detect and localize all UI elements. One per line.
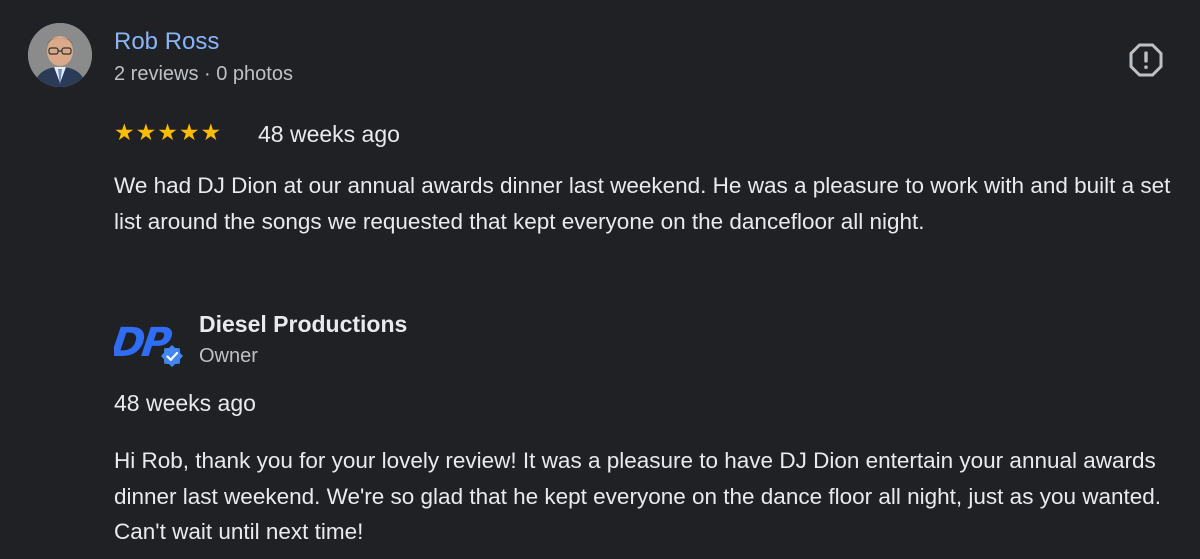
review-text: We had DJ Dion at our annual awards dinn… [114, 173, 1171, 234]
star-rating: ★ ★ ★ ★ ★ [114, 118, 221, 146]
reviewer-name[interactable]: Rob Ross [114, 27, 219, 57]
owner-logo: DP [109, 314, 188, 372]
star-icon: ★ [157, 119, 178, 145]
star-icon: ★ [135, 119, 157, 145]
owner-name: Diesel Productions [199, 311, 408, 337]
star-icon: ★ [200, 119, 222, 145]
reviewer-avatar[interactable] [28, 23, 92, 87]
verified-badge-icon [159, 343, 185, 369]
review-time: 48 weeks ago [258, 121, 400, 147]
reviewer-meta: 2 reviews · 0 photos [114, 63, 293, 85]
star-icon: ★ [178, 119, 200, 145]
report-flag-icon [1129, 43, 1163, 77]
reply-time: 48 weeks ago [114, 390, 256, 416]
star-icon: ★ [114, 119, 135, 145]
reply-text: Hi Rob, thank you for your lovely review… [114, 448, 1162, 544]
report-button[interactable] [1128, 42, 1164, 78]
avatar-photo [28, 23, 92, 87]
owner-role: Owner [199, 345, 258, 367]
